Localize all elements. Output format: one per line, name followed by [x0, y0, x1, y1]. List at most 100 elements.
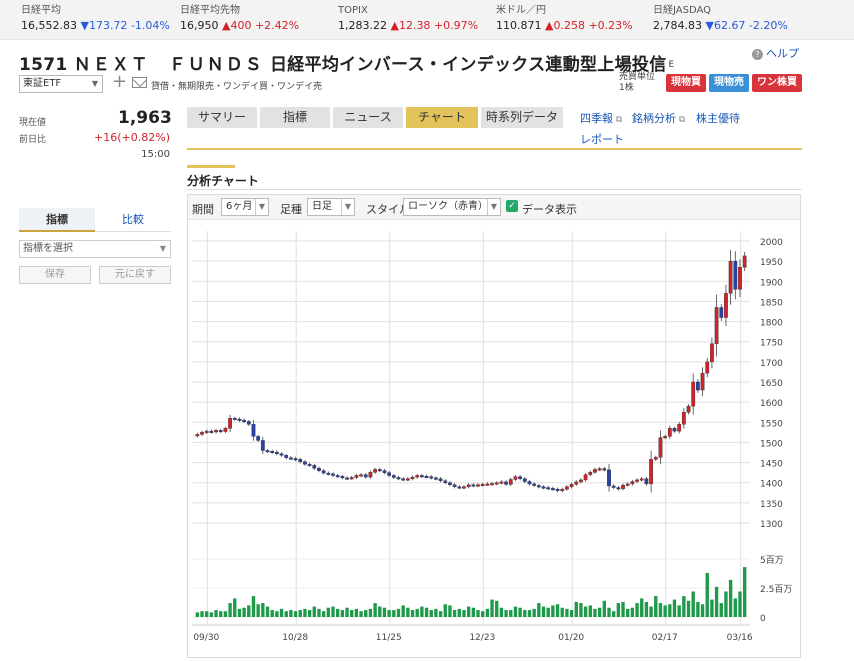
candle-down	[326, 472, 331, 475]
volume-bar	[682, 596, 686, 617]
volume-bar	[471, 607, 476, 617]
style-select[interactable]: ローソク（赤青） ▼	[403, 198, 501, 216]
ticker-pct: +0.23%	[588, 19, 633, 32]
y-tick-label: 1900	[760, 278, 783, 288]
candle-up	[214, 430, 218, 433]
ticker-change: ▲12.38	[390, 19, 431, 32]
candle-up	[738, 266, 742, 290]
candle-up	[368, 472, 373, 478]
volume-bar	[335, 608, 340, 617]
help-label: ヘルプ	[766, 47, 799, 60]
tab-timeseries[interactable]: 時系列データ	[481, 107, 563, 128]
volume-bar	[350, 610, 354, 617]
candlestick-chart[interactable]: 2000 1950 1900 1850 1800 1750 1700 1650 1600 1550…	[188, 221, 800, 657]
candle-up	[649, 459, 653, 485]
shikiho-link[interactable]: 四季報 ⧉	[580, 110, 622, 126]
add-portfolio-icon[interactable]: +	[112, 72, 127, 92]
ticker-price: 2,784.83	[653, 19, 702, 32]
volume-bar	[359, 611, 363, 617]
one-share-buy-button[interactable]: ワン株買	[752, 74, 802, 92]
tab-indicators[interactable]: 指標	[260, 107, 330, 128]
ticker-usdjpy[interactable]: 米ドル／円 110.871 ▲0.258 +0.23%	[496, 4, 633, 36]
volume-bar	[205, 611, 209, 617]
candle-up	[410, 476, 415, 479]
volume-bar	[275, 611, 279, 617]
tab-news[interactable]: ニュース	[333, 107, 403, 128]
save-button[interactable]: 保存	[19, 266, 91, 284]
volume-bar	[303, 608, 307, 617]
volume-bar	[649, 606, 653, 617]
tab-chart[interactable]: チャート	[406, 107, 478, 128]
ticker-nikkei[interactable]: 日経平均 16,552.83 ▼173.72 -1.04%	[21, 4, 170, 36]
candle-up	[681, 412, 686, 425]
volume-tick-label: 5百万	[760, 555, 784, 566]
style-value: ローソク（赤青）	[408, 201, 488, 212]
ticker-nikkei-futures[interactable]: 日経平均先物 16,950 ▲400 +2.42%	[180, 4, 299, 36]
y-tick-label: 1550	[760, 419, 783, 429]
help-link[interactable]: ? ヘルプ	[752, 45, 799, 61]
volume-bar	[307, 610, 312, 617]
candle-up	[710, 343, 714, 363]
data-display-checkbox[interactable]: ✓	[506, 200, 518, 212]
ticker-change: ▲0.258	[545, 19, 585, 32]
price-change: +16(+0.82%)	[80, 131, 170, 144]
candle-down	[546, 487, 551, 490]
volume-bar	[481, 611, 485, 617]
mail-icon[interactable]	[132, 77, 147, 88]
volume-bar	[654, 596, 658, 617]
volume-bar	[499, 607, 504, 617]
spot-buy-button[interactable]: 現物買	[666, 74, 706, 92]
candle-up	[200, 432, 204, 435]
section-title: 分析チャート	[187, 174, 259, 188]
chart-panel: 期間 6ヶ月 ▼ 足種 日足 ▼ スタイル ローソク（赤青） ▼ ✓ データ表示 20…	[187, 194, 801, 658]
ticker-pct: +2.42%	[254, 19, 300, 32]
volume-bar	[597, 607, 602, 617]
spot-sell-button[interactable]: 現物売	[709, 74, 749, 92]
volume-bar	[616, 603, 621, 617]
candle-down	[303, 461, 307, 465]
candle-down	[218, 430, 223, 433]
volume-bar	[415, 608, 419, 617]
candle-down	[536, 485, 541, 488]
y-tick-label: 1800	[760, 319, 783, 329]
candle-down	[274, 451, 279, 454]
candle-up	[700, 372, 705, 391]
volume-bar	[733, 598, 737, 617]
candle-down	[265, 450, 270, 453]
report-link[interactable]: レポート	[580, 131, 624, 147]
foot-select[interactable]: 日足 ▼	[307, 198, 355, 216]
volume-bar	[588, 605, 592, 617]
candle-down	[471, 484, 476, 487]
change-value: +16	[94, 131, 118, 144]
volume-bar	[410, 610, 415, 617]
volume-bar	[289, 610, 293, 617]
candle-up	[583, 474, 588, 481]
candle-down	[719, 307, 724, 318]
tab-left-compare[interactable]: 比較	[95, 208, 171, 232]
analysis-link[interactable]: 銘柄分析 ⧉	[632, 110, 685, 126]
y-tick-label: 1400	[760, 480, 783, 490]
current-price-label: 現在値	[19, 118, 47, 128]
ticker-topix[interactable]: TOPIX 1,283.22 ▲12.38 +0.97%	[338, 4, 478, 36]
candle-down	[550, 488, 555, 491]
volume-bar	[382, 607, 387, 617]
volume-bar	[293, 611, 298, 617]
candle-down	[644, 478, 649, 485]
volume-bar	[237, 608, 242, 617]
candle-down	[438, 478, 443, 481]
yutai-link[interactable]: 株主優待	[696, 110, 740, 126]
tab-summary[interactable]: サマリー	[187, 107, 257, 128]
candle-up	[691, 381, 696, 407]
candle-down	[363, 474, 368, 478]
indicator-select[interactable]: 指標を選択 ▼	[19, 240, 171, 258]
ticker-name: 米ドル／円	[496, 5, 546, 16]
period-select[interactable]: 6ヶ月 ▼	[221, 198, 269, 216]
candle-down	[340, 476, 345, 479]
tab-left-indicator[interactable]: 指標	[19, 208, 95, 232]
ticker-change: ▲400	[222, 19, 252, 32]
market-select[interactable]: 東証ETF ▼	[19, 75, 103, 93]
ticker-jasdaq[interactable]: 日経JASDAQ 2,784.83 ▼62.67 -2.20%	[653, 4, 788, 36]
volume-bar	[696, 601, 700, 617]
reset-button[interactable]: 元に戻す	[99, 266, 171, 284]
y-tick-label: 1450	[760, 460, 783, 470]
